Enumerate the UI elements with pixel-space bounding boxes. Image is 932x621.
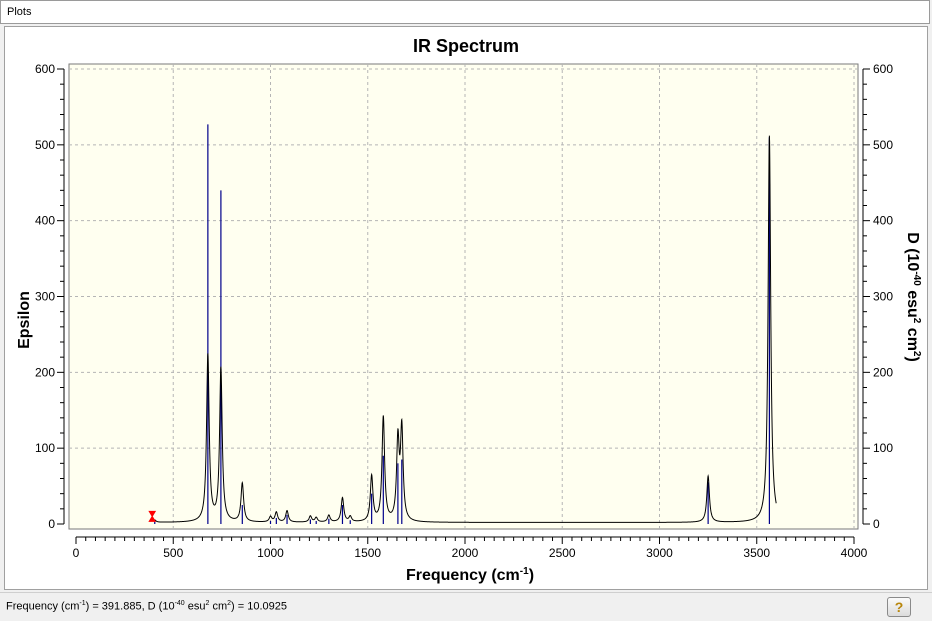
y2-tick-label: 600 [873,62,893,76]
x-tick-label: 4000 [841,546,868,560]
d-label: , D (10 [141,600,175,613]
x-tick-label: 2500 [549,546,576,560]
help-button[interactable]: ? [887,597,911,617]
y-tick-label: 600 [35,62,55,76]
y2-axis-label-part: esu [904,286,921,318]
y2-axis-label: D (10-40 esu2 cm2) [904,232,922,362]
freq-close: ) = [85,600,102,613]
d-value: 10.0925 [247,600,288,613]
x-tick-label: 1000 [257,546,284,560]
y2-tick-label: 400 [873,214,893,228]
x-tick-label: 500 [163,546,183,560]
plot-area[interactable] [68,63,859,530]
y2-tick-label: 0 [873,517,880,531]
x-tick-label: 3500 [743,546,770,560]
y-tick-label: 200 [35,365,55,379]
d-label-sup1: -40 [174,600,185,607]
help-icon: ? [895,600,904,614]
y2-axis-label-part: -40 [911,271,922,286]
x-tick-label: 1500 [354,546,381,560]
y2-tick-label: 500 [873,138,893,152]
y2-axis-label-part: D (10 [904,232,921,271]
y2-tick-label: 100 [873,441,893,455]
d-unit: esu [184,600,206,613]
d-unit2: cm [209,600,228,613]
x-axis-label-main: Frequency (cm [406,567,520,584]
y-tick-label: 500 [35,138,55,152]
y-tick-label: 300 [35,290,55,304]
y-tick-label: 100 [35,441,55,455]
y-axis-label: Epsilon [16,291,33,349]
chart-title: IR Spectrum [413,36,519,56]
y2-tick-label: 300 [873,290,893,304]
cursor-readout: Frequency (cm-1) = 391.885, D (10-40 esu… [6,600,287,613]
x-tick-label: 0 [73,546,80,560]
x-axis-label: Frequency (cm-1) [406,566,534,584]
window-title: Plots [7,6,32,18]
y-tick-label: 0 [48,517,55,531]
x-tick-label: 3000 [646,546,673,560]
x-tick-label: 2000 [452,546,479,560]
y-tick-label: 400 [35,214,55,228]
d-close: ) = [231,600,248,613]
svg-text:?: ? [895,600,904,614]
ir-spectrum-chart[interactable]: IR Spectrum 0 500 1000 1500 2000 2500 3000 3500… [5,27,927,589]
y2-tick-label: 200 [873,365,893,379]
y2-axis-label-part: cm [904,323,921,351]
x-axis-label-end: ) [529,567,534,584]
plot-panel[interactable]: IR Spectrum 0 500 1000 1500 2000 2500 3000 3500… [4,26,928,590]
status-bar: Frequency (cm-1) = 391.885, D (10-40 esu… [0,592,932,621]
freq-label: Frequency (cm [6,600,80,613]
freq-value: 391.885 [101,600,142,613]
window-titlebar: Plots [0,0,930,24]
y2-axis-label-part: ) [904,356,921,361]
